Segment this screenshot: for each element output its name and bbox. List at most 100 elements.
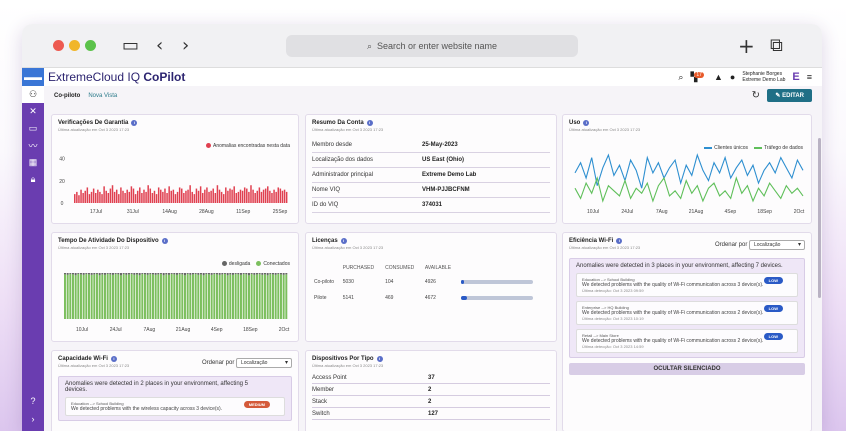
chart-bar xyxy=(229,188,231,203)
license-purchased: 5030 xyxy=(342,279,354,285)
maximize-window-button[interactable] xyxy=(85,40,96,51)
tab-nova-vista[interactable]: Nova Vista xyxy=(88,93,117,99)
chart-bar xyxy=(237,191,240,203)
list-item[interactable]: Education --> School Building LOW We det… xyxy=(576,273,798,297)
uptime-bar-offline xyxy=(120,273,122,276)
x-tick-label: 28Aug xyxy=(199,209,214,215)
info-icon[interactable]: i xyxy=(583,120,590,126)
close-window-button[interactable] xyxy=(53,40,64,51)
refresh-icon[interactable]: ↻ xyxy=(752,90,760,101)
tab-copilot[interactable]: Co-piloto xyxy=(54,93,80,99)
help-icon[interactable]: ? xyxy=(22,392,44,409)
x-tick-label: 18Sep xyxy=(243,327,258,333)
uptime-bar-offline xyxy=(106,273,109,274)
uptime-bar-connected xyxy=(125,274,128,319)
chart-bar xyxy=(113,191,116,203)
info-icon[interactable]: i xyxy=(376,356,383,362)
chart-bar xyxy=(160,189,162,203)
chart-bar xyxy=(143,189,145,203)
uptime-bar-offline xyxy=(101,273,104,275)
extreme-logo-icon[interactable]: ▬▬ xyxy=(22,68,44,86)
chart-bar xyxy=(84,190,86,203)
chart-bar xyxy=(273,189,275,203)
uptime-bar-connected xyxy=(154,274,157,319)
lock-icon[interactable]: 🔒︎ xyxy=(22,171,44,188)
y-tick-label: 40 xyxy=(59,157,65,163)
minimize-window-button[interactable] xyxy=(69,40,80,51)
uptime-bar-connected xyxy=(165,274,168,319)
apps-icon[interactable]: ▚17 xyxy=(690,71,706,83)
tabs-overview-icon[interactable]: ⧉ xyxy=(770,36,783,56)
bell-icon[interactable]: ▲ xyxy=(714,72,723,82)
uptime-bar-offline xyxy=(232,273,234,275)
chart-bar xyxy=(225,187,227,203)
info-icon[interactable]: i xyxy=(161,238,168,244)
chart-bar xyxy=(94,193,97,203)
card-title: Dispositivos Por Tipo i xyxy=(312,356,550,362)
uptime-bar-offline xyxy=(109,273,112,275)
card-title: Tempo De Atividade Do Dispositivo i xyxy=(58,238,292,244)
account-value: US East (Ohio) xyxy=(422,157,465,163)
address-bar[interactable]: ⌕ Search or enter website name xyxy=(286,35,578,57)
chart-bar xyxy=(212,188,214,203)
uptime-bar-connected xyxy=(197,274,200,319)
uptime-bar-connected xyxy=(253,274,256,319)
order-select[interactable]: Localização xyxy=(236,358,292,368)
monitor-icon[interactable]: 〰 xyxy=(22,137,44,154)
uptime-bar-connected xyxy=(66,274,69,319)
uptime-bar-connected xyxy=(160,273,162,319)
usage-card: Uso i Última atualização em Oct 3 2023 17… xyxy=(562,114,812,224)
chart-bar xyxy=(260,191,263,203)
uptime-bar-connected xyxy=(149,273,152,319)
chart-bar xyxy=(269,190,271,203)
chart-bar xyxy=(191,191,193,203)
list-item[interactable]: Enterprise --> HQ Building LOW We detect… xyxy=(576,301,798,325)
list-item[interactable]: Retail --> Main Store LOW We detected pr… xyxy=(576,329,798,353)
chart-bar xyxy=(111,185,114,203)
uptime-bar-offline xyxy=(242,273,245,274)
hide-silenced-button[interactable]: OCULTAR SILENCIADO xyxy=(569,363,805,375)
x-tick-label: 14Aug xyxy=(162,209,177,215)
tools-icon[interactable]: ✕ xyxy=(22,103,44,120)
uptime-bar-offline xyxy=(186,273,189,274)
sidebar-toggle-icon[interactable]: ▭ xyxy=(122,36,139,56)
list-item[interactable]: Education --> School Building MEDIUM We … xyxy=(65,397,285,416)
edit-button[interactable]: ✎ EDITAR xyxy=(767,89,812,102)
item-date: Última detecção: Oct 3 2023 10:19 xyxy=(582,316,644,321)
page-scrollbar[interactable] xyxy=(818,138,821,298)
uptime-bar-offline xyxy=(138,273,141,276)
license-consumed: 469 xyxy=(385,295,394,301)
severity-badge: LOW xyxy=(763,333,783,340)
expand-icon[interactable]: › xyxy=(22,410,44,427)
alert-text: Anomalies were detected in 2 places in y… xyxy=(65,381,248,393)
info-icon[interactable]: i xyxy=(131,120,138,126)
search-icon[interactable]: ⌕ xyxy=(678,72,683,83)
info-icon[interactable]: i xyxy=(616,238,623,244)
user-icon[interactable]: ● xyxy=(730,72,735,82)
uptime-bar-connected xyxy=(176,274,178,319)
order-select[interactable]: Localização xyxy=(749,240,805,250)
address-placeholder: Search or enter website name xyxy=(376,41,498,51)
chart-bar xyxy=(277,187,280,203)
forward-arrow-icon[interactable]: › xyxy=(182,36,189,56)
info-icon[interactable]: i xyxy=(110,356,117,362)
uptime-bar-offline xyxy=(192,273,194,275)
devices-icon[interactable]: ▭ xyxy=(22,120,44,137)
back-arrow-icon[interactable]: ‹ xyxy=(156,36,163,56)
new-tab-icon[interactable]: + xyxy=(738,36,755,56)
uptime-bar-offline xyxy=(234,273,237,274)
grid-icon[interactable]: ▦ xyxy=(22,154,44,171)
uptime-bar-connected xyxy=(186,273,189,319)
user-info[interactable]: Stephanie Borges Extreme Demo Lab xyxy=(742,71,785,83)
chart-bar xyxy=(262,189,265,203)
copilot-icon[interactable]: ⚇ xyxy=(22,86,44,103)
anomaly-summary: Anomalies were detected in 3 places in y… xyxy=(569,258,805,358)
chart-bar xyxy=(227,190,229,203)
info-icon[interactable]: i xyxy=(340,238,347,244)
info-icon[interactable]: i xyxy=(366,120,373,126)
column-header xyxy=(312,262,341,274)
menu-icon[interactable]: ≡ xyxy=(807,72,812,82)
device-count: 2 xyxy=(428,398,432,405)
sub-navigation: Co-piloto Nova Vista ↻ ✎ EDITAR xyxy=(44,86,822,106)
chart-bar xyxy=(76,191,78,203)
